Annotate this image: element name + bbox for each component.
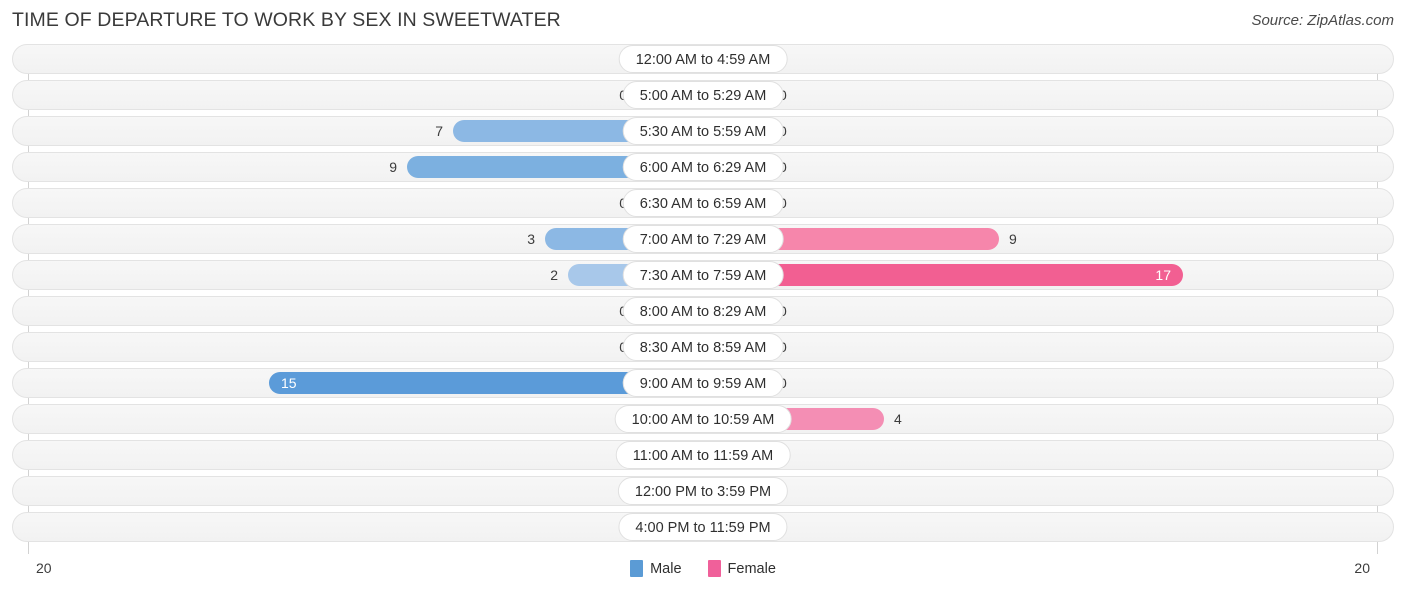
legend-item-male[interactable]: Male bbox=[630, 560, 682, 577]
table-row: 0410:00 AM to 10:59 AM bbox=[0, 404, 1406, 434]
category-label: 5:30 AM to 5:59 AM bbox=[622, 117, 784, 145]
table-row: 906:00 AM to 6:29 AM bbox=[0, 152, 1406, 182]
bar-rows-container: 0012:00 AM to 4:59 AM005:00 AM to 5:29 A… bbox=[0, 44, 1406, 548]
male-value-label: 0 bbox=[567, 302, 627, 320]
page-title: TIME OF DEPARTURE TO WORK BY SEX IN SWEE… bbox=[12, 9, 561, 31]
table-row: 705:30 AM to 5:59 AM bbox=[0, 116, 1406, 146]
male-value-label: 0 bbox=[567, 86, 627, 104]
category-label: 7:30 AM to 7:59 AM bbox=[622, 261, 784, 289]
female-value-label: 9 bbox=[1009, 231, 1017, 247]
category-label: 4:00 PM to 11:59 PM bbox=[618, 513, 788, 541]
table-row: 1509:00 AM to 9:59 AM bbox=[0, 368, 1406, 398]
table-row: 008:00 AM to 8:29 AM bbox=[0, 296, 1406, 326]
male-value-label: 2 bbox=[550, 267, 558, 283]
category-label: 11:00 AM to 11:59 AM bbox=[615, 441, 791, 469]
source-attribution: Source: ZipAtlas.com bbox=[1251, 12, 1394, 29]
category-label: 6:30 AM to 6:59 AM bbox=[622, 189, 784, 217]
table-row: 0012:00 AM to 4:59 AM bbox=[0, 44, 1406, 74]
category-label: 8:00 AM to 8:29 AM bbox=[622, 297, 784, 325]
female-color-swatch-icon bbox=[707, 560, 721, 577]
category-label: 8:30 AM to 8:59 AM bbox=[622, 333, 784, 361]
female-value-label: 17 bbox=[1155, 267, 1171, 283]
male-value-label: 7 bbox=[435, 123, 443, 139]
legend-label-female: Female bbox=[727, 560, 776, 577]
table-row: 004:00 PM to 11:59 PM bbox=[0, 512, 1406, 542]
legend-label-male: Male bbox=[650, 560, 682, 577]
table-row: 005:00 AM to 5:29 AM bbox=[0, 80, 1406, 110]
category-label: 10:00 AM to 10:59 AM bbox=[614, 405, 792, 433]
category-label: 12:00 AM to 4:59 AM bbox=[618, 45, 788, 73]
chart-footer: 20 20 Male Female bbox=[0, 554, 1406, 594]
male-value-label: 15 bbox=[281, 375, 297, 391]
table-row: 008:30 AM to 8:59 AM bbox=[0, 332, 1406, 362]
chart-legend: Male Female bbox=[0, 560, 1406, 577]
male-value-label: 9 bbox=[389, 159, 397, 175]
male-value-label: 0 bbox=[567, 338, 627, 356]
category-label: 7:00 AM to 7:29 AM bbox=[622, 225, 784, 253]
table-row: 2 17 7:30 AM to 7:59 AM bbox=[0, 260, 1406, 290]
category-label: 9:00 AM to 9:59 AM bbox=[622, 369, 784, 397]
category-label: 6:00 AM to 6:29 AM bbox=[622, 153, 784, 181]
chart-header: TIME OF DEPARTURE TO WORK BY SEX IN SWEE… bbox=[0, 0, 1406, 44]
male-value-label: 0 bbox=[567, 194, 627, 212]
category-label: 5:00 AM to 5:29 AM bbox=[622, 81, 784, 109]
male-color-swatch-icon bbox=[630, 560, 644, 577]
table-row: 0011:00 AM to 11:59 AM bbox=[0, 440, 1406, 470]
table-row: 0012:00 PM to 3:59 PM bbox=[0, 476, 1406, 506]
legend-item-female[interactable]: Female bbox=[707, 560, 776, 577]
table-row: 3 9 7:00 AM to 7:29 AM bbox=[0, 224, 1406, 254]
chart-plot-area: 0012:00 AM to 4:59 AM005:00 AM to 5:29 A… bbox=[0, 44, 1406, 554]
table-row: 006:30 AM to 6:59 AM bbox=[0, 188, 1406, 218]
category-label: 12:00 PM to 3:59 PM bbox=[617, 477, 789, 505]
male-value-label: 3 bbox=[527, 231, 535, 247]
female-value-label: 4 bbox=[894, 411, 902, 427]
